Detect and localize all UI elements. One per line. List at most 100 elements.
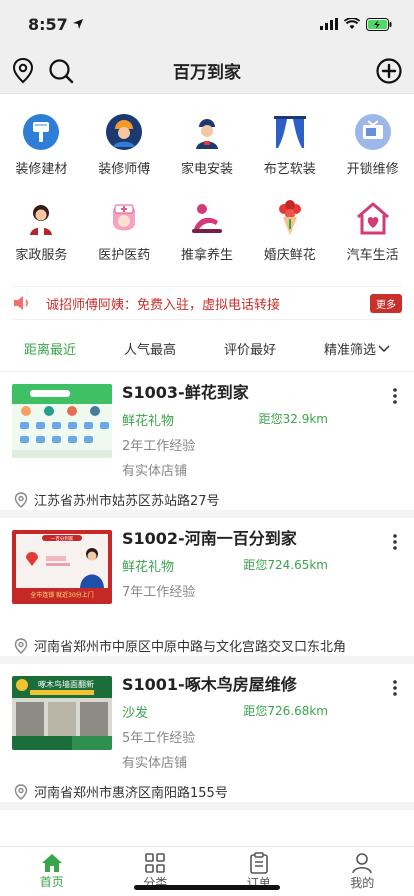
category-label: 家政服务: [15, 248, 68, 263]
sort-label: 精准筛选: [323, 343, 376, 358]
chevron-down-icon: [378, 344, 390, 352]
wifi-icon: [344, 18, 360, 29]
tv-icon: [353, 112, 393, 152]
page-title: 百万到家: [173, 63, 241, 83]
shop-experience: 2年工作经验: [122, 439, 196, 454]
shop-distance: 距您724.65km: [243, 558, 328, 572]
shop-category: 鲜花礼物: [122, 560, 175, 575]
more-vertical-icon[interactable]: [392, 534, 398, 550]
shop-store-info: 有实体店铺: [122, 464, 188, 479]
poster-top-text: 一百分到家: [51, 535, 74, 542]
more-vertical-icon[interactable]: [392, 680, 398, 696]
shop-card[interactable]: 一百分到家 全市连锁 就近30分上门 S1002-河南一百分到家 鲜花礼物 距您…: [0, 518, 414, 664]
category-item[interactable]: 医护医药: [83, 190, 166, 276]
clipboard-icon: [249, 852, 268, 874]
category-item[interactable]: 家政服务: [0, 190, 83, 276]
sort-label: 人气最高: [123, 343, 176, 358]
location-arrow-icon: [72, 19, 83, 29]
bouquet-icon: [270, 198, 310, 238]
sort-label: 评价最好: [223, 343, 276, 358]
category-label: 开锁维修: [346, 162, 399, 177]
shop-thumbnail-app-screenshot: [12, 384, 112, 458]
shop-category: 鲜花礼物: [122, 414, 175, 429]
time-text: 8:57: [28, 14, 68, 34]
sort-label: 距离最近: [23, 343, 76, 358]
signal-icon: [320, 18, 338, 30]
category-item[interactable]: 开锁维修: [331, 104, 414, 190]
notice-text: 诚招师傅阿姨：免费入驻，虚拟电话转接: [46, 297, 281, 313]
category-label: 装修建材: [15, 162, 68, 177]
app-header: 百万到家: [0, 48, 414, 94]
more-vertical-icon[interactable]: [392, 388, 398, 404]
home-icon: [41, 854, 62, 872]
technician-icon: [187, 112, 227, 152]
sort-tab-popular[interactable]: 人气最高: [124, 339, 176, 358]
search-icon[interactable]: [48, 58, 74, 84]
grid-icon: [145, 853, 166, 873]
shop-address: 河南省郑州市中原区中原中路与文化宫路交叉口东北角: [14, 636, 346, 655]
shop-title: S1001-啄木鸟房屋维修: [122, 675, 297, 694]
housekeeper-icon: [21, 198, 61, 238]
sort-tab-filter[interactable]: 精准筛选: [324, 339, 390, 358]
curtain-icon: [270, 112, 310, 152]
shop-address-text: 江苏省苏州市姑苏区苏站路27号: [34, 494, 220, 509]
poster-bottom-text: 全市连锁 就近30分上门: [30, 591, 94, 599]
user-icon: [352, 853, 373, 874]
status-time: 8:57: [28, 15, 84, 34]
category-item[interactable]: 婚庆鲜花: [248, 190, 331, 276]
notice-more-button[interactable]: 更多: [370, 293, 402, 313]
shop-thumbnail-storefront: 啄木鸟墙面翻新: [12, 676, 112, 750]
category-label: 装修师傅: [98, 162, 151, 177]
shop-thumbnail-poster: 一百分到家 全市连锁 就近30分上门: [12, 530, 112, 604]
location-pin-icon: [14, 491, 28, 508]
tab-label: 首页: [39, 875, 64, 889]
tab-label: 我的: [350, 876, 375, 890]
heart-house-icon: [353, 198, 393, 238]
shop-title: S1003-鲜花到家: [122, 383, 249, 402]
shop-title: S1002-河南一百分到家: [122, 529, 297, 548]
status-bar: 8:57: [0, 0, 414, 48]
category-item[interactable]: 布艺软装: [248, 104, 331, 190]
shop-distance: 距您32.9km: [258, 412, 328, 426]
tab-profile[interactable]: 我的: [311, 847, 414, 896]
shop-address: 江苏省苏州市姑苏区苏站路27号: [14, 490, 220, 509]
category-item[interactable]: 家电安装: [166, 104, 249, 190]
category-label: 医护医药: [98, 248, 151, 263]
location-pin-icon: [14, 783, 28, 800]
sort-bar: 距离最近 人气最高 评价最好 精准筛选: [0, 326, 414, 372]
massage-icon: [187, 198, 227, 238]
shop-category: 沙发: [122, 706, 149, 721]
shop-address: 河南省郑州市惠济区南阳路155号: [14, 782, 228, 801]
shop-distance: 距您726.68km: [243, 704, 328, 718]
notice-bar[interactable]: 诚招师傅阿姨：免费入驻，虚拟电话转接 更多: [12, 286, 402, 320]
shop-address-text: 河南省郑州市惠济区南阳路155号: [34, 786, 228, 801]
category-grid: 装修建材 装修师傅 家电安装 布艺软装 开锁维修 家政服务 医护医药 推拿养生 …: [0, 94, 414, 282]
category-label: 推拿养生: [180, 248, 233, 263]
nurse-icon: [104, 198, 144, 238]
location-pin-icon: [14, 637, 28, 654]
shop-experience: 5年工作经验: [122, 731, 196, 746]
location-pin-icon[interactable]: [12, 57, 34, 84]
shop-experience: 7年工作经验: [122, 585, 196, 600]
category-item[interactable]: 推拿养生: [166, 190, 249, 276]
shop-store-info: 有实体店铺: [122, 756, 188, 771]
shop-card[interactable]: 啄木鸟墙面翻新 S1001-啄木鸟房屋维修 沙发 距您726.68km 5年工作…: [0, 664, 414, 810]
tab-home[interactable]: 首页: [0, 847, 104, 896]
category-label: 家电安装: [180, 162, 233, 177]
storefront-sign-text: 啄木鸟墙面翻新: [38, 679, 94, 689]
category-label: 布艺软装: [263, 162, 316, 177]
add-circle-icon[interactable]: [376, 57, 402, 84]
brush-icon: [21, 112, 61, 152]
sort-tab-nearest[interactable]: 距离最近: [24, 339, 76, 358]
category-item[interactable]: 装修师傅: [83, 104, 166, 190]
category-label: 汽车生活: [346, 248, 399, 263]
sort-tab-rating[interactable]: 评价最好: [224, 339, 276, 358]
home-indicator: [134, 885, 280, 890]
category-item[interactable]: 汽车生活: [331, 190, 414, 276]
battery-icon: [366, 17, 392, 31]
category-item[interactable]: 装修建材: [0, 104, 83, 190]
speaker-icon: [14, 296, 28, 310]
shop-address-text: 河南省郑州市中原区中原中路与文化宫路交叉口东北角: [34, 640, 347, 655]
shop-card[interactable]: S1003-鲜花到家 鲜花礼物 距您32.9km 2年工作经验 有实体店铺 江苏…: [0, 372, 414, 518]
shop-list: S1003-鲜花到家 鲜花礼物 距您32.9km 2年工作经验 有实体店铺 江苏…: [0, 372, 414, 810]
